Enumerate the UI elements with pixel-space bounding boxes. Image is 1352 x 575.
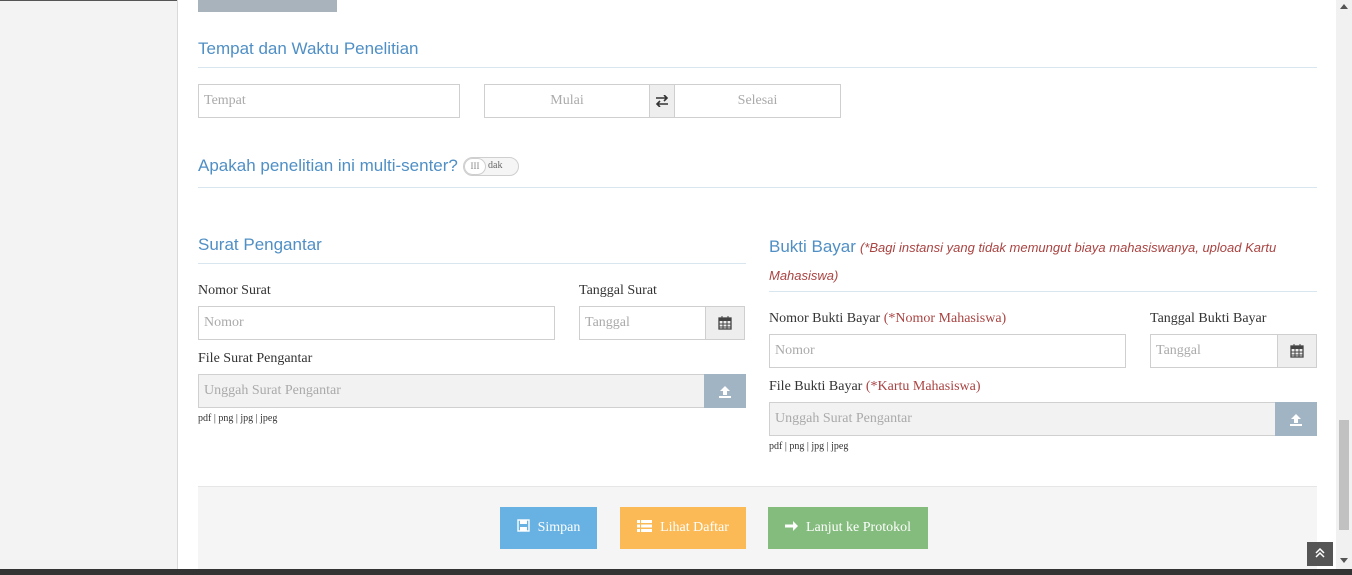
- multicenter-question: Apakah penelitian ini multi-senter?: [198, 156, 458, 175]
- upload-icon[interactable]: [704, 374, 746, 408]
- place-input[interactable]: Tempat: [198, 84, 460, 118]
- surat-date-input[interactable]: Tanggal: [579, 306, 706, 340]
- calendar-icon[interactable]: [1277, 334, 1317, 368]
- scroll-down-icon[interactable]: [1340, 558, 1348, 563]
- toggle-label: dak: [488, 160, 503, 171]
- bukti-number-label: Nomor Bukti Bayar (*Nomor Mahasiswa): [769, 311, 1006, 327]
- bukti-file-note: (*Kartu Mahasiswa): [865, 379, 981, 394]
- surat-number-input[interactable]: Nomor: [198, 306, 555, 340]
- end-date-input[interactable]: Selesai: [674, 84, 841, 118]
- bukti-file-input[interactable]: Unggah Surat Pengantar: [769, 402, 1276, 436]
- divider: [198, 263, 746, 264]
- arrow-right-icon: [785, 520, 798, 537]
- surat-section-title: Surat Pengantar: [198, 235, 322, 254]
- chevron-up-icon: [1315, 545, 1325, 563]
- form-actions: Simpan Lihat Daftar Lanjut ke Protokol: [198, 486, 1317, 569]
- calendar-icon[interactable]: [705, 306, 745, 340]
- surat-date-label: Tanggal Surat: [579, 283, 657, 298]
- bukti-section-title: Bukti Bayar: [769, 237, 856, 256]
- surat-file-input[interactable]: Unggah Surat Pengantar: [198, 374, 705, 408]
- list-button-label: Lihat Daftar: [660, 520, 729, 535]
- bukti-date-input[interactable]: Tanggal: [1150, 334, 1278, 368]
- list-button[interactable]: Lihat Daftar: [620, 507, 746, 549]
- surat-number-label: Nomor Surat: [198, 283, 271, 298]
- bukti-number-input[interactable]: Nomor: [769, 334, 1126, 368]
- next-protocol-button[interactable]: Lanjut ke Protokol: [768, 507, 928, 549]
- bukti-section-header: Bukti Bayar (*Bagi instansi yang tidak m…: [769, 233, 1289, 290]
- floppy-icon: [516, 519, 530, 537]
- bukti-file-label: File Bukti Bayar (*Kartu Mahasiswa): [769, 379, 981, 395]
- scroll-up-icon[interactable]: [1340, 4, 1348, 9]
- list-icon: [637, 519, 653, 537]
- save-button[interactable]: Simpan: [500, 507, 597, 549]
- surat-file-hint: pdf | png | jpg | jpeg: [198, 413, 278, 424]
- bottom-bar: [0, 569, 1352, 575]
- bukti-number-note: (*Nomor Mahasiswa): [883, 311, 1007, 326]
- bukti-file-label-text: File Bukti Bayar: [769, 379, 863, 394]
- bukti-date-label: Tanggal Bukti Bayar: [1150, 311, 1267, 326]
- start-date-input[interactable]: Mulai: [484, 84, 650, 118]
- divider: [198, 67, 1317, 68]
- scrollbar[interactable]: [1336, 0, 1352, 569]
- divider: [769, 291, 1317, 292]
- bukti-file-hint: pdf | png | jpg | jpeg: [769, 441, 849, 452]
- multicenter-toggle[interactable]: III dak: [463, 157, 519, 176]
- divider: [198, 187, 1317, 188]
- swap-icon: [649, 84, 675, 118]
- upload-icon[interactable]: [1275, 402, 1317, 436]
- save-button-label: Simpan: [537, 520, 581, 535]
- form-page: Tempat dan Waktu Penelitian Tempat Mulai…: [177, 0, 1336, 569]
- surat-file-label: File Surat Pengantar: [198, 351, 313, 366]
- scrollbar-thumb[interactable]: [1339, 420, 1349, 530]
- location-section-title: Tempat dan Waktu Penelitian: [198, 39, 419, 58]
- toggle-knob: III: [464, 158, 486, 175]
- previous-button[interactable]: [198, 0, 337, 12]
- back-to-top-button[interactable]: [1307, 542, 1333, 566]
- next-button-label: Lanjut ke Protokol: [806, 520, 911, 535]
- bukti-number-label-text: Nomor Bukti Bayar: [769, 311, 881, 326]
